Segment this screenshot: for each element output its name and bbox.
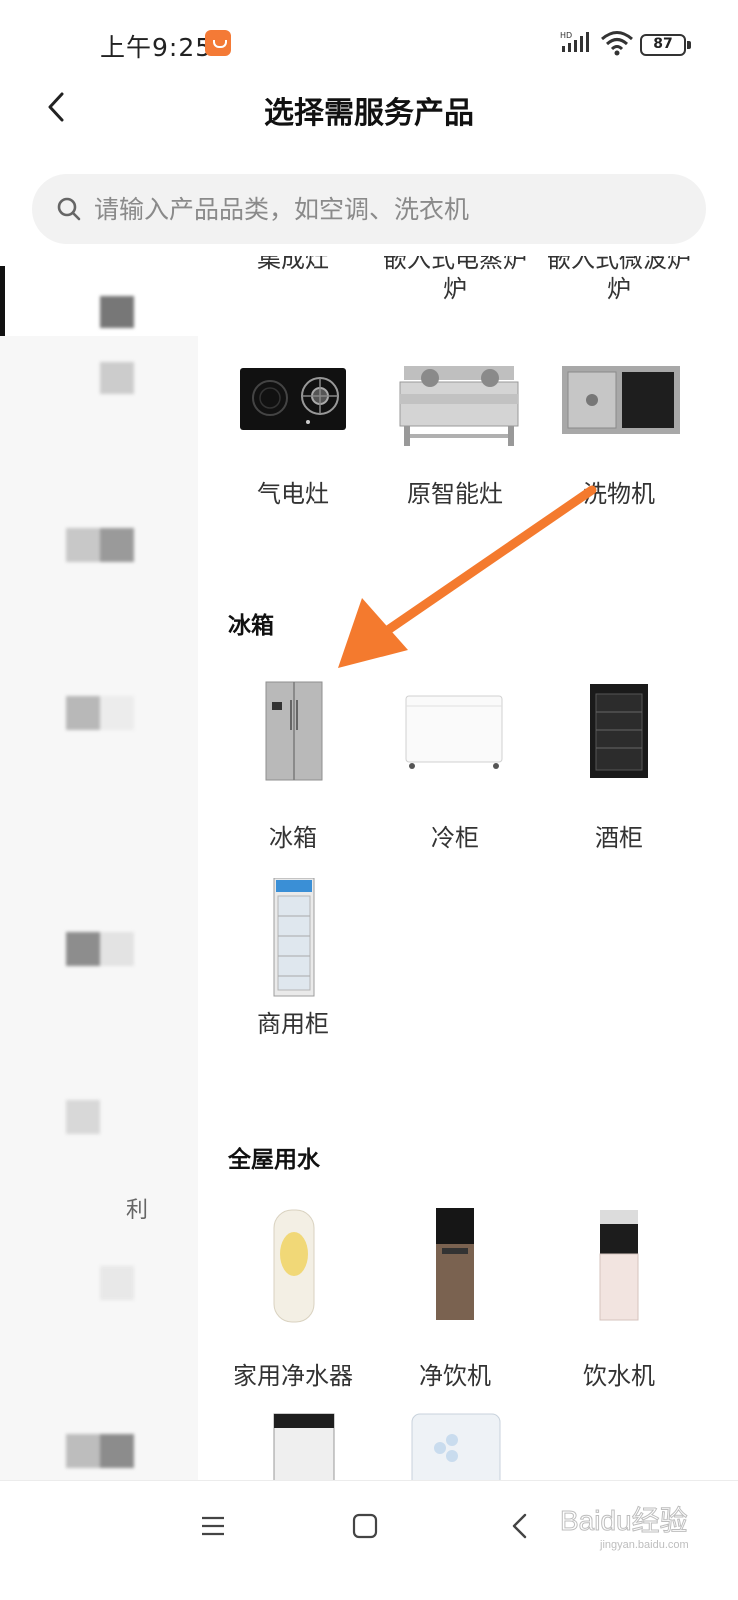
product-label: 冷柜 bbox=[431, 824, 479, 852]
product-grid: 集成灶 嵌入式电蒸炉 炉 嵌入式微波炉 炉 气电灶 原智能灶 洗物机 冰箱 冰箱… bbox=[198, 252, 738, 1514]
smart-stove-image bbox=[399, 366, 519, 446]
gas-electric-stove-image bbox=[240, 368, 346, 430]
sidebar-item-blurred[interactable] bbox=[66, 1434, 134, 1468]
product-gas-electric-stove[interactable]: 气电灶 bbox=[208, 348, 378, 509]
water-dispenser-purifier-image bbox=[436, 1208, 474, 1320]
product-label: 酒柜 bbox=[595, 824, 643, 852]
status-bar: 上午9:25 HD 87 bbox=[0, 0, 738, 80]
cell-signal-icon: HD bbox=[560, 31, 589, 52]
status-time: 上午9:25 bbox=[100, 33, 213, 62]
sidebar-item-label[interactable]: 利 bbox=[126, 1192, 148, 1224]
product-smart-stove[interactable]: 原智能灶 bbox=[370, 348, 540, 509]
product-label: 原智能灶 bbox=[407, 480, 503, 508]
chest-freezer-image bbox=[405, 695, 503, 769]
battery-indicator: 87 bbox=[640, 34, 691, 56]
product-label: 气电灶 bbox=[257, 480, 329, 508]
product-label: 洗物机 bbox=[583, 480, 655, 508]
sidebar-selected-indicator bbox=[0, 266, 5, 336]
watermark-logo: Baidu经验 jingyan.baidu.com bbox=[560, 1505, 689, 1552]
dishwasher-sink-image bbox=[562, 366, 680, 434]
section-title: 全屋用水 bbox=[228, 1147, 320, 1173]
product-chest-freezer[interactable]: 冷柜 bbox=[370, 676, 540, 853]
product-label: 商用柜 bbox=[257, 1010, 329, 1038]
menu-icon[interactable] bbox=[198, 1511, 228, 1541]
product-dishwasher[interactable]: 洗物机 bbox=[534, 348, 704, 509]
commercial-cabinet-image bbox=[273, 877, 315, 997]
svg-text:jingyan.baidu.com: jingyan.baidu.com bbox=[599, 1539, 689, 1551]
search-input[interactable] bbox=[94, 174, 684, 244]
sidebar-item-blurred[interactable] bbox=[100, 296, 134, 328]
search-icon bbox=[57, 197, 81, 221]
product-partial-image[interactable] bbox=[208, 1410, 378, 1490]
product-water-dispenser-purifier[interactable]: 净饮机 bbox=[370, 1208, 540, 1391]
page-title: 选择需服务产品 bbox=[264, 96, 474, 131]
water-dispenser-image bbox=[599, 1210, 639, 1321]
svg-text:Baidu经验: Baidu经验 bbox=[560, 1505, 688, 1536]
wine-cabinet-image bbox=[590, 684, 648, 778]
wifi-icon bbox=[601, 31, 633, 56]
product-item-partial[interactable]: 集成灶 bbox=[208, 256, 378, 276]
product-partial-image[interactable] bbox=[370, 1410, 540, 1490]
svg-text:HD: HD bbox=[560, 31, 572, 40]
product-label: 家用净水器 bbox=[233, 1362, 353, 1390]
home-icon[interactable] bbox=[350, 1511, 380, 1541]
product-label: 冰箱 bbox=[269, 824, 317, 852]
sidebar-item-selected[interactable] bbox=[0, 262, 198, 336]
water-purifier-image bbox=[273, 1209, 315, 1323]
sidebar-item-blurred[interactable] bbox=[100, 1266, 134, 1300]
sidebar-item-blurred[interactable] bbox=[100, 362, 134, 394]
category-sidebar[interactable]: 利 bbox=[0, 262, 198, 1512]
product-wine-cabinet[interactable]: 酒柜 bbox=[534, 676, 704, 853]
sidebar-item-blurred[interactable] bbox=[66, 696, 134, 730]
nav-back-icon[interactable] bbox=[505, 1509, 535, 1543]
product-item-partial-label: 炉 bbox=[607, 275, 631, 303]
product-refrigerator[interactable]: 冰箱 bbox=[208, 676, 378, 853]
product-water-purifier[interactable]: 家用净水器 bbox=[208, 1208, 378, 1391]
product-label: 净饮机 bbox=[419, 1362, 491, 1390]
product-commercial-cabinet[interactable]: 商用柜 bbox=[208, 877, 378, 1039]
product-water-dispenser[interactable]: 饮水机 bbox=[534, 1208, 704, 1391]
product-label: 饮水机 bbox=[583, 1362, 655, 1390]
section-title: 冰箱 bbox=[228, 613, 274, 639]
refrigerator-image bbox=[265, 681, 323, 781]
app-notification-icon bbox=[205, 30, 231, 56]
sidebar-item-blurred[interactable] bbox=[66, 932, 134, 966]
sidebar-item-blurred[interactable] bbox=[66, 528, 134, 562]
sidebar-item-blurred[interactable] bbox=[66, 1100, 100, 1134]
product-item-partial-label: 炉 bbox=[443, 275, 467, 303]
search-bar[interactable] bbox=[32, 174, 706, 244]
